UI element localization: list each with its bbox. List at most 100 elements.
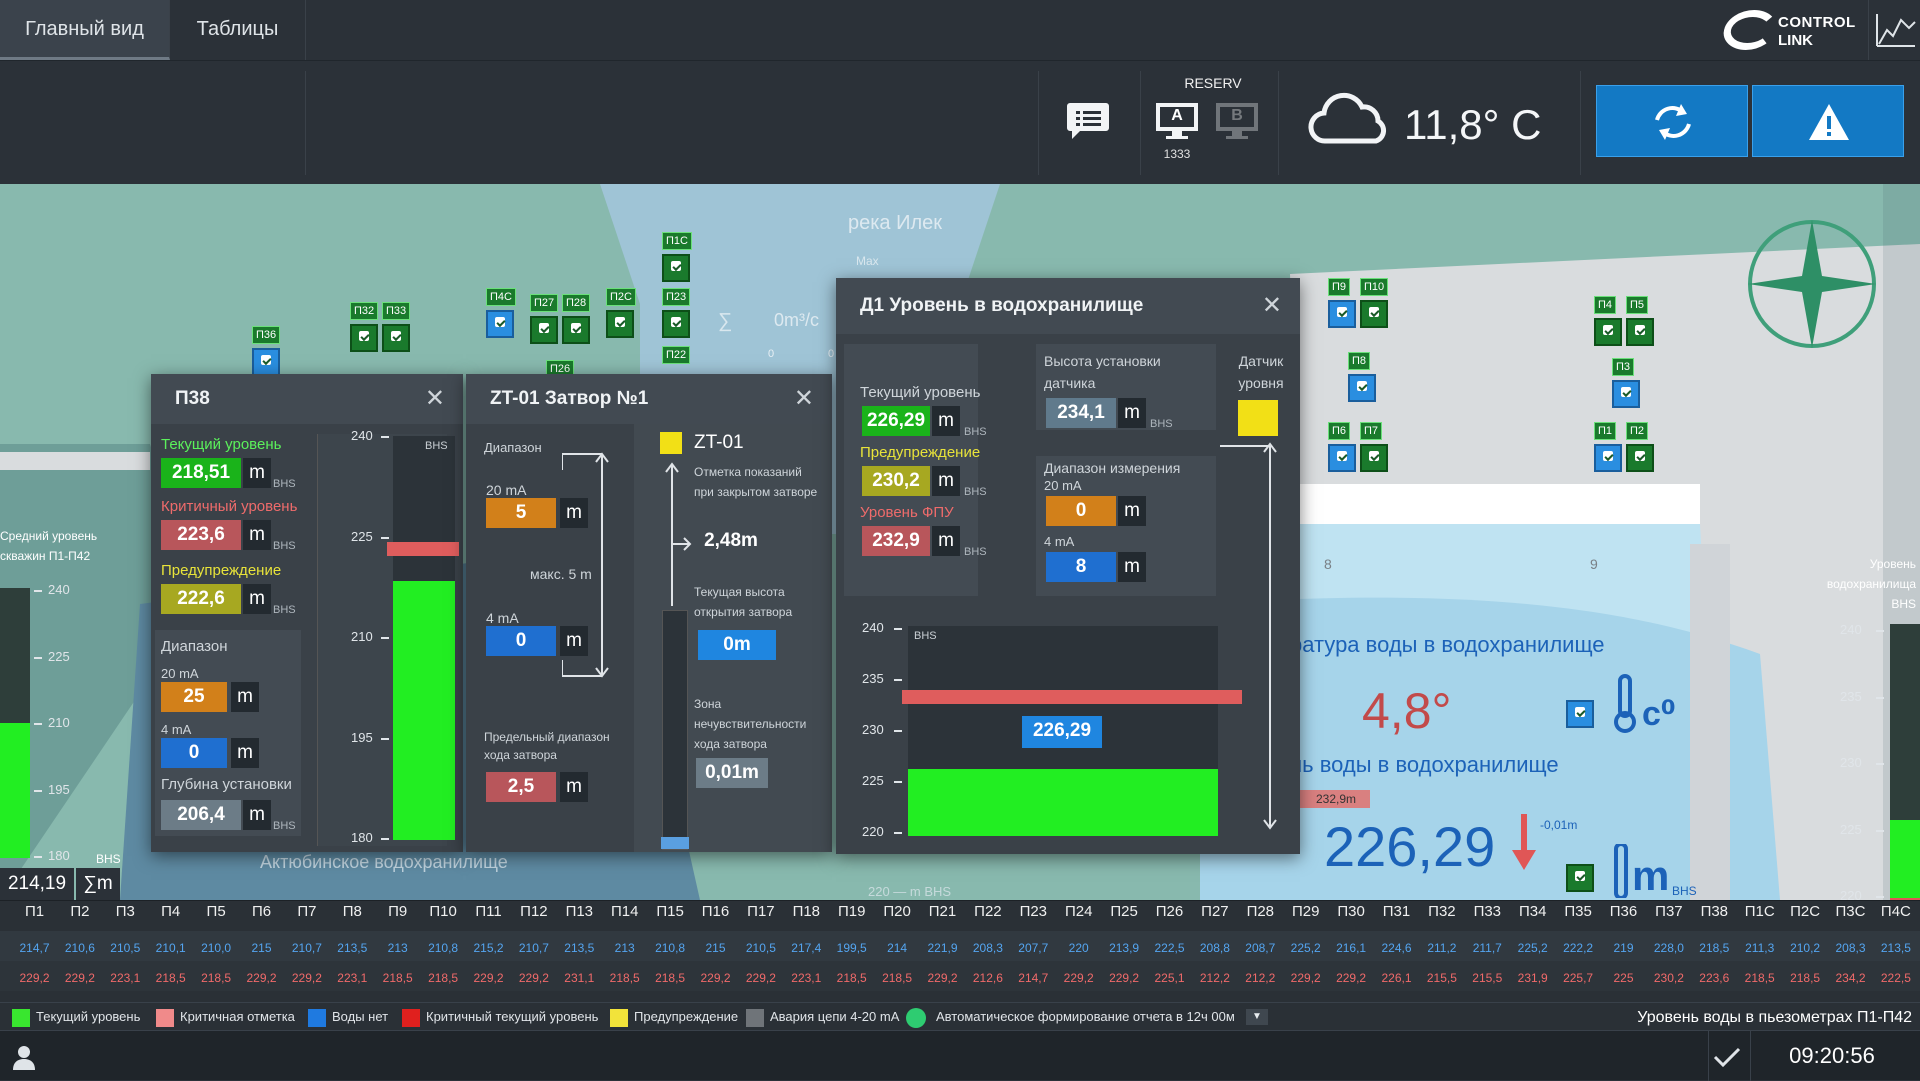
table-cell-current: 215 bbox=[705, 941, 726, 955]
piezometer-checkbox[interactable] bbox=[486, 310, 514, 338]
user-icon[interactable] bbox=[10, 1043, 38, 1071]
piezometer-tag: П8 bbox=[1348, 352, 1371, 370]
table-cell-current: 220 bbox=[1068, 941, 1089, 955]
refresh-icon bbox=[1655, 104, 1691, 140]
piezometer-checkbox[interactable] bbox=[1328, 444, 1356, 472]
piezometer-checkbox[interactable] bbox=[1626, 444, 1654, 472]
warning-value: 230,2 bbox=[862, 466, 930, 496]
sensor-label: Датчик уровня bbox=[1238, 353, 1284, 391]
piezometer-checkbox[interactable] bbox=[1328, 300, 1356, 328]
unit: m bbox=[1118, 552, 1146, 582]
piezometer-checkbox[interactable] bbox=[1626, 318, 1654, 346]
panel-title: П38 bbox=[175, 388, 210, 409]
d1ticks-label: 225 bbox=[862, 773, 884, 788]
confirm-check-icon[interactable] bbox=[1712, 1045, 1742, 1069]
chevron-down-icon[interactable]: ▼ bbox=[1246, 1009, 1268, 1025]
tab-tables[interactable]: Таблицы bbox=[170, 0, 306, 60]
piezometer-checkbox[interactable] bbox=[1360, 300, 1388, 328]
install-value: 234,1 bbox=[1046, 398, 1116, 428]
table-cell-critical: 229,2 bbox=[700, 971, 731, 985]
close-icon[interactable]: ✕ bbox=[425, 374, 445, 424]
table-cell-critical: 223,1 bbox=[791, 971, 822, 985]
table-header: П21 bbox=[928, 903, 957, 920]
piezometer-checkbox[interactable] bbox=[530, 316, 558, 344]
fpu-value: 232,9 bbox=[862, 526, 930, 556]
water-temp-value: 4,8° bbox=[1362, 683, 1452, 739]
piezometer-checkbox[interactable] bbox=[350, 324, 378, 352]
alarm-button[interactable] bbox=[1752, 85, 1904, 157]
server-a-icon[interactable]: A bbox=[1154, 101, 1200, 141]
piezometer-tag: П4 bbox=[1594, 296, 1617, 314]
table-header: П9 bbox=[388, 903, 408, 920]
ma4-input[interactable]: 8 bbox=[1046, 552, 1116, 582]
ma20-input[interactable]: 5 bbox=[486, 498, 556, 528]
table-cell-current: 213 bbox=[387, 941, 408, 955]
piezometer-tag: П10 bbox=[1360, 278, 1389, 296]
tick-mark bbox=[1876, 696, 1884, 699]
table-cell-critical: 218,5 bbox=[428, 971, 459, 985]
tick-mark bbox=[34, 723, 42, 725]
piezometer-checkbox[interactable] bbox=[1594, 318, 1622, 346]
table-cell-critical: 225 bbox=[1613, 971, 1634, 985]
tick-mark bbox=[1876, 896, 1884, 898]
piezometer-checkbox[interactable] bbox=[606, 310, 634, 338]
legend-item: Воды нет bbox=[332, 1009, 389, 1024]
thermometer-icon bbox=[1612, 674, 1638, 734]
limit-label: Предельный диапазон хода затвора bbox=[484, 730, 610, 762]
table-header: П7 bbox=[297, 903, 317, 920]
table-cell-current: 210,0 bbox=[201, 941, 232, 955]
ma20-label: 20 mA bbox=[161, 666, 199, 681]
piezometer-checkbox[interactable] bbox=[662, 310, 690, 338]
piezometer-checkbox[interactable] bbox=[662, 254, 690, 282]
table-cell-current: 216,1 bbox=[1336, 941, 1367, 955]
piezometer-checkbox[interactable] bbox=[252, 348, 280, 376]
legend-bar: Текущий уровень Критичная отметка Воды нет… bbox=[0, 1002, 1920, 1030]
piezometer-checkbox[interactable] bbox=[1612, 380, 1640, 408]
piezometer-checkbox[interactable] bbox=[1594, 444, 1622, 472]
ma4-label: 4 mA bbox=[486, 610, 519, 626]
server-b-icon[interactable]: B bbox=[1214, 101, 1260, 141]
ma20-input[interactable]: 25 bbox=[161, 682, 227, 712]
critical-level-value: 223,6 bbox=[161, 520, 241, 550]
table-cell-current: 208,3 bbox=[1835, 941, 1866, 955]
table-cell-critical: 214,7 bbox=[1018, 971, 1049, 985]
auto-report-label: Автоматическое формирование отчета в 12ч… bbox=[936, 1009, 1235, 1024]
close-icon[interactable]: ✕ bbox=[1262, 278, 1282, 334]
leftticks-label: 180 bbox=[48, 848, 70, 863]
ma4-input[interactable]: 0 bbox=[161, 738, 227, 768]
piezometer-checkbox[interactable] bbox=[1348, 374, 1376, 402]
current-level-value: 226,29 bbox=[862, 406, 930, 436]
ma20-input[interactable]: 0 bbox=[1046, 496, 1116, 526]
closed-label: Отметка показаний при закрытом затворе bbox=[694, 465, 818, 499]
table-cell-current: 219 bbox=[1613, 941, 1634, 955]
table-header: П31 bbox=[1382, 903, 1411, 920]
piezometer-checkbox[interactable] bbox=[382, 324, 410, 352]
flow-tick: 0 bbox=[828, 348, 835, 360]
sum-button[interactable]: ∑m bbox=[76, 868, 120, 900]
table-cell-current: 210,6 bbox=[64, 941, 95, 955]
level-unit: m bbox=[1632, 852, 1670, 899]
tab-main-view[interactable]: Главный вид bbox=[0, 0, 170, 60]
temp-checkbox[interactable] bbox=[1566, 700, 1594, 728]
table-header: П37 bbox=[1655, 903, 1683, 920]
table-cell-current: 210,5 bbox=[110, 941, 141, 955]
table-cell-critical: 223,6 bbox=[1699, 971, 1730, 985]
piezometer-checkbox[interactable] bbox=[1360, 444, 1388, 472]
ma4-input[interactable]: 0 bbox=[486, 626, 556, 656]
table-header: П5 bbox=[206, 903, 226, 920]
table-header: П1 bbox=[24, 903, 45, 920]
table-header: П34 bbox=[1518, 903, 1547, 920]
close-icon[interactable]: ✕ bbox=[794, 374, 814, 424]
piezometer-tag: П36 bbox=[252, 326, 281, 344]
table-cell-critical: 229,2 bbox=[1109, 971, 1140, 985]
piezometer-checkbox[interactable] bbox=[562, 316, 590, 344]
table-header: П27 bbox=[1201, 903, 1229, 920]
chart-icon[interactable] bbox=[1868, 0, 1920, 60]
gate-arrow-icon bbox=[665, 462, 692, 606]
panel-p38-header: П38 ✕ bbox=[151, 374, 463, 424]
refresh-button[interactable] bbox=[1596, 85, 1748, 157]
level-checkbox[interactable] bbox=[1566, 864, 1594, 892]
piezometer-tag: П33 bbox=[382, 302, 411, 320]
table-cell-current: 213 bbox=[614, 941, 635, 955]
messages-icon[interactable] bbox=[1066, 101, 1110, 141]
